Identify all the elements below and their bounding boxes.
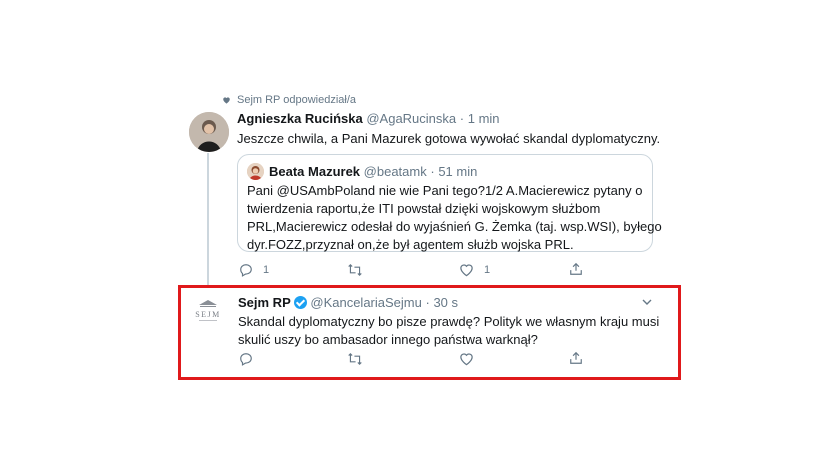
avatar-agnieszka[interactable] <box>189 112 229 152</box>
tweet1-author-name[interactable]: Agnieszka Rucińska <box>237 111 363 126</box>
heart-icon <box>460 264 473 277</box>
quoted-text-line: dyr.FOZZ,przyznał on,że był agentem służ… <box>247 237 574 252</box>
heart-small-icon <box>223 97 230 104</box>
quoted-header: Beata Mazurek @beatamk · 51 min <box>269 164 477 179</box>
retweet-button[interactable] <box>347 263 363 277</box>
avatar-beata <box>247 163 264 180</box>
tweet1-text: Jeszcze chwila, a Pani Mazurek gotowa wy… <box>237 131 661 146</box>
tweet1-time[interactable]: 1 min <box>468 111 500 126</box>
retweet-icon <box>348 264 362 276</box>
like-count: 1 <box>484 264 491 276</box>
tweet1-separator: · <box>459 111 465 126</box>
quoted-text-line: PRL,Macierewicz odesłał do wyjaśnień G. … <box>247 219 662 234</box>
tweet1-handle[interactable]: @AgaRucinska <box>366 111 456 126</box>
reply-icon <box>240 264 252 277</box>
thread-line <box>207 153 209 286</box>
reply-count: 1 <box>263 264 270 276</box>
tweet1-header: Agnieszka Rucińska @AgaRucinska · 1 min <box>237 111 500 126</box>
quoted-author-name: Beata Mazurek <box>269 164 361 179</box>
share-icon <box>570 262 582 275</box>
quoted-separator: · <box>430 164 435 179</box>
replied-context: Sejm RP odpowiedział/a <box>222 94 356 106</box>
share-button[interactable] <box>569 262 583 276</box>
quoted-text: Pani @USAmbPoland nie wie Pani tego?1/2 … <box>247 182 662 254</box>
quoted-tweet[interactable]: Beata Mazurek @beatamk · 51 min Pani @US… <box>237 154 662 252</box>
quoted-text-line: Pani @USAmbPoland nie wie Pani tego?1/2 … <box>247 183 643 198</box>
quoted-time: 51 min <box>438 164 478 179</box>
like-button[interactable]: 1 <box>459 263 490 277</box>
replied-label: Sejm RP odpowiedział/a <box>237 94 357 106</box>
highlight-box <box>178 285 681 380</box>
quoted-text-line: twierdzenia raportu,że ITI powstał dzięk… <box>247 201 601 216</box>
quoted-handle: @beatamk <box>363 164 427 179</box>
reply-button[interactable]: 1 <box>239 263 269 277</box>
